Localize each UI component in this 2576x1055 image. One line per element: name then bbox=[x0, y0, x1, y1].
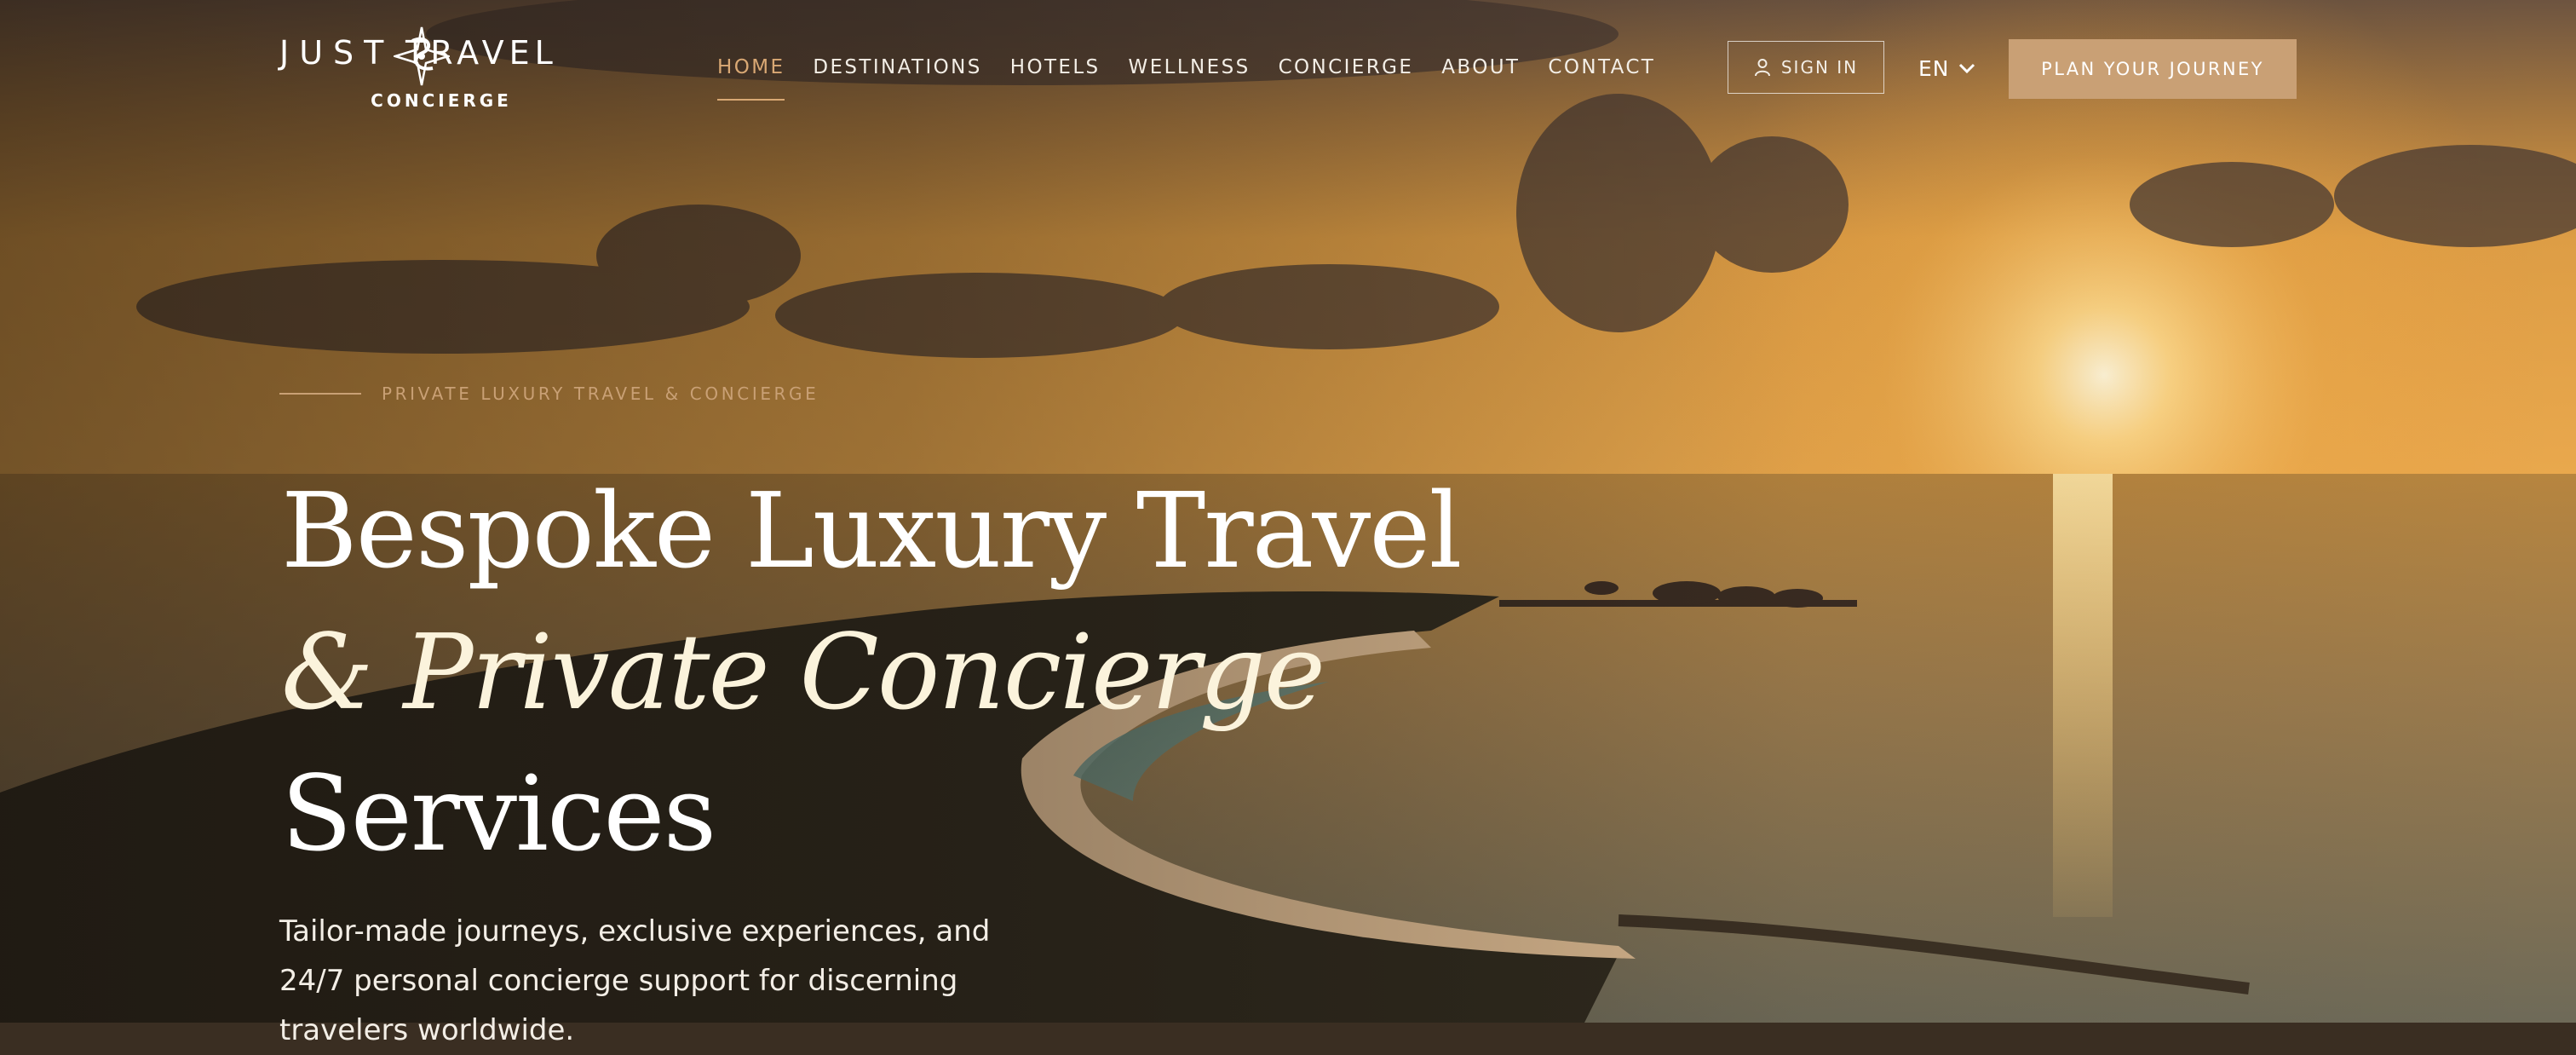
nav-item-destinations[interactable]: DESTINATIONS bbox=[813, 56, 981, 90]
brand-name-left: JUST bbox=[279, 34, 394, 72]
headline-line-1: Bespoke Luxury Travel bbox=[281, 470, 1462, 591]
eyebrow-text: PRIVATE LUXURY TRAVEL & CONCIERGE bbox=[382, 383, 819, 404]
nav-item-home[interactable]: HOME bbox=[717, 56, 785, 101]
chevron-down-icon bbox=[1958, 63, 1975, 74]
site-header: JUST TRAVEL CONCIERGE HOME DESTINATIONS … bbox=[0, 0, 2576, 136]
nav-item-wellness[interactable]: WELLNESS bbox=[1129, 56, 1251, 90]
nav-item-concierge[interactable]: CONCIERGE bbox=[1279, 56, 1414, 90]
sign-in-button[interactable]: SIGN IN bbox=[1728, 41, 1884, 94]
brand-tagline: CONCIERGE bbox=[371, 90, 512, 111]
eyebrow-divider bbox=[279, 393, 361, 395]
user-icon bbox=[1754, 59, 1770, 77]
cta-label: PLAN YOUR JOURNEY bbox=[2041, 59, 2264, 79]
headline-line-2: & Private Concierge bbox=[281, 612, 1325, 733]
hero-headline: Bespoke Luxury Travel & Private Concierg… bbox=[281, 460, 1559, 885]
nav-item-hotels[interactable]: HOTELS bbox=[1010, 56, 1101, 90]
brand-logo[interactable]: JUST TRAVEL CONCIERGE bbox=[279, 26, 591, 114]
plan-your-journey-button[interactable]: PLAN YOUR JOURNEY bbox=[2009, 39, 2297, 99]
nav-item-contact[interactable]: CONTACT bbox=[1548, 56, 1655, 90]
hero-eyebrow: PRIVATE LUXURY TRAVEL & CONCIERGE bbox=[279, 383, 819, 404]
main-nav: HOME DESTINATIONS HOTELS WELLNESS CONCIE… bbox=[717, 56, 1683, 101]
headline-line-3: Services bbox=[281, 753, 716, 874]
nav-item-about[interactable]: ABOUT bbox=[1441, 56, 1520, 90]
language-selector[interactable]: EN bbox=[1918, 51, 1975, 85]
language-label: EN bbox=[1918, 55, 1950, 81]
brand-name-right: TRAVEL bbox=[405, 34, 558, 72]
sign-in-label: SIGN IN bbox=[1780, 57, 1859, 78]
hero-subtext: Tailor-made journeys, exclusive experien… bbox=[279, 914, 991, 1047]
